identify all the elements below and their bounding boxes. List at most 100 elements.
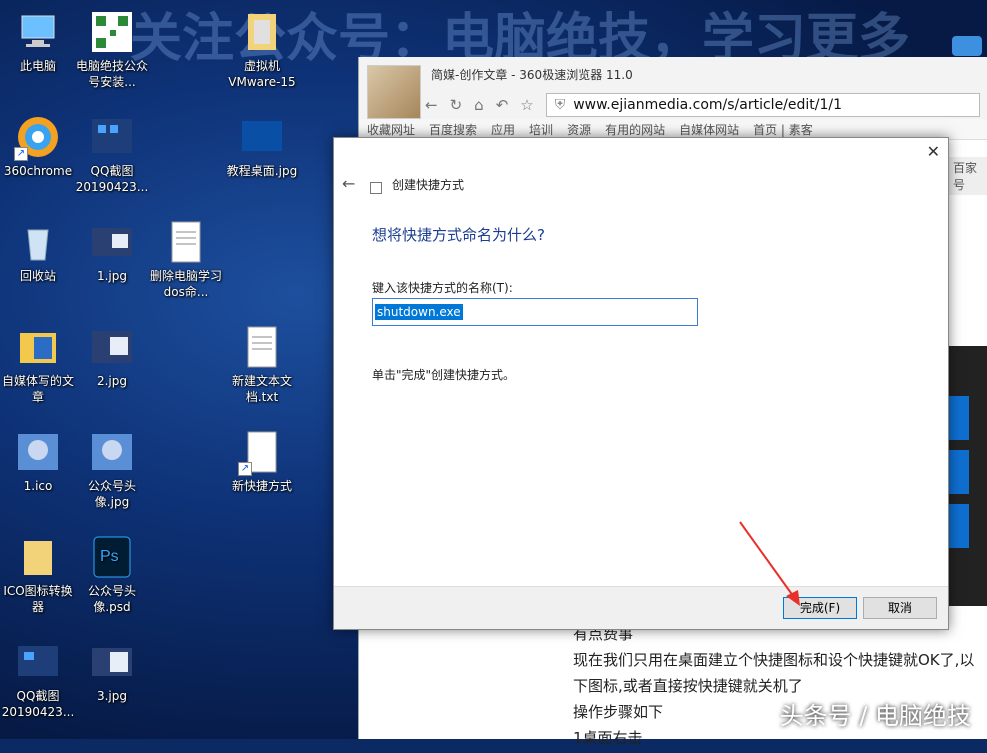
browser-title: 简媒-创作文章 - 360极速浏览器 11.0	[359, 57, 987, 91]
desktop-icon-1-ico[interactable]: 1.ico	[0, 430, 76, 494]
qr-code-icon	[90, 10, 134, 54]
desktop-icon-label: 教程桌面.jpg	[226, 164, 298, 178]
dialog-title: 创建快捷方式	[392, 178, 465, 192]
desktop-icon-new-shortcut[interactable]: ↗ 新快捷方式	[224, 430, 300, 494]
desktop-icon-label: 1.ico	[23, 479, 53, 493]
preview-tile	[947, 450, 969, 494]
desktop-icon-qq-screenshot-1[interactable]: QQ截图20190423...	[74, 115, 150, 195]
image-icon	[16, 430, 60, 474]
desktop-icon-3-jpg[interactable]: 3.jpg	[74, 640, 150, 704]
address-bar[interactable]: ⛨ www.ejianmedia.com/s/article/edit/1/1	[545, 93, 980, 117]
bookmark-item[interactable]: 收藏网址	[367, 121, 415, 138]
desktop-icon-label: 回收站	[19, 269, 56, 283]
dialog-heading: 想将快捷方式命名为什么?	[372, 226, 545, 244]
dialog-header: ← 创建快捷方式 ✕	[334, 138, 948, 224]
shortcut-icon	[370, 182, 382, 194]
desktop-icon-label: 公众号头像.jpg	[87, 479, 136, 509]
desktop-icon-label: 删除电脑学习dos命...	[149, 269, 222, 299]
image-icon	[90, 430, 134, 474]
dialog-footer: 完成(F) 取消	[334, 586, 948, 629]
preview-strip	[947, 346, 987, 606]
image-icon	[240, 115, 284, 159]
text-file-icon	[240, 325, 284, 369]
desktop-icon-label: 新快捷方式	[231, 479, 292, 493]
desktop-icon-label: 3.jpg	[96, 689, 128, 703]
desktop-icon-avatar-psd[interactable]: Ps 公众号头像.psd	[74, 535, 150, 615]
desktop-icon-label: 新建文本文档.txt	[231, 374, 292, 404]
folder-icon	[240, 10, 284, 54]
back-icon[interactable]: ←	[425, 96, 438, 114]
desktop-icon-qr-installer[interactable]: 电脑绝技公众号安装...	[74, 10, 150, 90]
desktop-icon-label: QQ截图20190423...	[75, 164, 149, 194]
desktop-icon-avatar-jpg[interactable]: 公众号头像.jpg	[74, 430, 150, 510]
name-field-label: 键入该快捷方式的名称(T):	[372, 281, 513, 295]
cancel-button[interactable]: 取消	[863, 597, 937, 619]
close-icon[interactable]: ✕	[927, 142, 940, 161]
desktop-icon-new-text-doc[interactable]: 新建文本文档.txt	[224, 325, 300, 405]
desktop-icon-ico-converter[interactable]: ICO图标转换器	[0, 535, 76, 615]
desktop-icon-label: 公众号头像.psd	[87, 584, 136, 614]
shortcut-arrow-icon: ↗	[238, 462, 252, 476]
bookmark-item[interactable]: 培训	[529, 121, 553, 138]
computer-icon	[16, 10, 60, 54]
shortcut-arrow-icon: ↗	[14, 147, 28, 161]
desktop-icon-delete-dos[interactable]: 删除电脑学习dos命...	[148, 220, 224, 300]
shortcut-name-input[interactable]: shutdown.exe	[372, 298, 698, 326]
preview-tile	[947, 396, 969, 440]
bookmark-item[interactable]: 自媒体网站	[679, 121, 739, 138]
360chrome-icon: ↗	[14, 115, 60, 161]
article-body[interactable]: 有点费事 现在我们只用在桌面建立个快捷图标和设个快捷键就OK了,以 下图标,或者…	[573, 623, 987, 753]
blank-file-icon: ↗	[238, 430, 284, 476]
bookmark-item[interactable]: 资源	[567, 121, 591, 138]
image-icon	[16, 640, 60, 684]
desktop-icon-label: 此电脑	[19, 59, 56, 73]
bookmark-item[interactable]: 应用	[491, 121, 515, 138]
desktop-icon-tutorial-desktop[interactable]: 教程桌面.jpg	[224, 115, 300, 179]
svg-text:Ps: Ps	[100, 548, 119, 565]
folder-icon	[16, 535, 60, 579]
home-icon[interactable]: ⌂	[474, 96, 484, 114]
bookmark-item[interactable]: 百度搜索	[429, 121, 477, 138]
preview-tile	[947, 504, 969, 548]
desktop-icon-label: 1.jpg	[96, 269, 128, 283]
desktop-icon-media-folder[interactable]: 自媒体写的文章	[0, 325, 76, 405]
finish-hint: 单击"完成"创建快捷方式。	[372, 368, 516, 382]
star-icon[interactable]: ☆	[520, 96, 533, 114]
reload-icon[interactable]: ↻	[450, 96, 463, 114]
undo-icon[interactable]: ↶	[496, 96, 509, 114]
url-text: www.ejianmedia.com/s/article/edit/1/1	[573, 97, 843, 113]
image-icon	[90, 640, 134, 684]
photoshop-icon: Ps	[90, 535, 134, 579]
image-icon	[90, 220, 134, 264]
text-file-icon	[164, 220, 208, 264]
desktop-icon-label: 虚拟机VMware-15	[228, 59, 296, 89]
bookmark-item[interactable]: 首页 | 素客	[753, 121, 813, 138]
browser-toolbar: ← ↻ ⌂ ↶ ☆ ⛨ www.ejianmedia.com/s/article…	[359, 91, 987, 119]
back-arrow-icon[interactable]: ←	[342, 174, 355, 193]
desktop-icon-qq-screenshot-2[interactable]: QQ截图20190423...	[0, 640, 76, 720]
desktop-icon-this-pc[interactable]: 此电脑	[0, 10, 76, 74]
desktop-icon-label: ICO图标转换器	[3, 584, 73, 614]
desktop-icon-recycle-bin[interactable]: 回收站	[0, 220, 76, 284]
desktop-icon-label: 2.jpg	[96, 374, 128, 388]
bookmark-item-baijiahao[interactable]: 百家号	[949, 157, 987, 195]
desktop-icon-label: QQ截图20190423...	[1, 689, 75, 719]
desktop-icon-2-jpg[interactable]: 2.jpg	[74, 325, 150, 389]
shield-icon: ⛨	[554, 97, 566, 113]
create-shortcut-dialog: ← 创建快捷方式 ✕ 想将快捷方式命名为什么? 键入该快捷方式的名称(T): s…	[333, 137, 949, 630]
article-line: 现在我们只用在桌面建立个快捷图标和设个快捷键就OK了,以	[573, 651, 975, 669]
desktop-icon-vmware[interactable]: 虚拟机VMware-15	[224, 10, 300, 90]
finish-button[interactable]: 完成(F)	[783, 597, 857, 619]
shortcut-name-value: shutdown.exe	[375, 304, 463, 320]
cloud-icon[interactable]	[952, 36, 982, 56]
desktop-icon-1-jpg[interactable]: 1.jpg	[74, 220, 150, 284]
image-icon	[90, 115, 134, 159]
article-line: 下图标,或者直接按快捷键就关机了	[573, 677, 803, 695]
desktop-icon-label: 电脑绝技公众号安装...	[75, 59, 148, 89]
folder-icon	[16, 325, 60, 369]
bookmark-item[interactable]: 有用的网站	[605, 121, 665, 138]
brand-watermark: 头条号 / 电脑绝技	[779, 702, 971, 730]
image-icon	[90, 325, 134, 369]
desktop-icon-360chrome[interactable]: ↗ 360chrome	[0, 115, 76, 179]
desktop-icon-label: 自媒体写的文章	[1, 374, 74, 404]
